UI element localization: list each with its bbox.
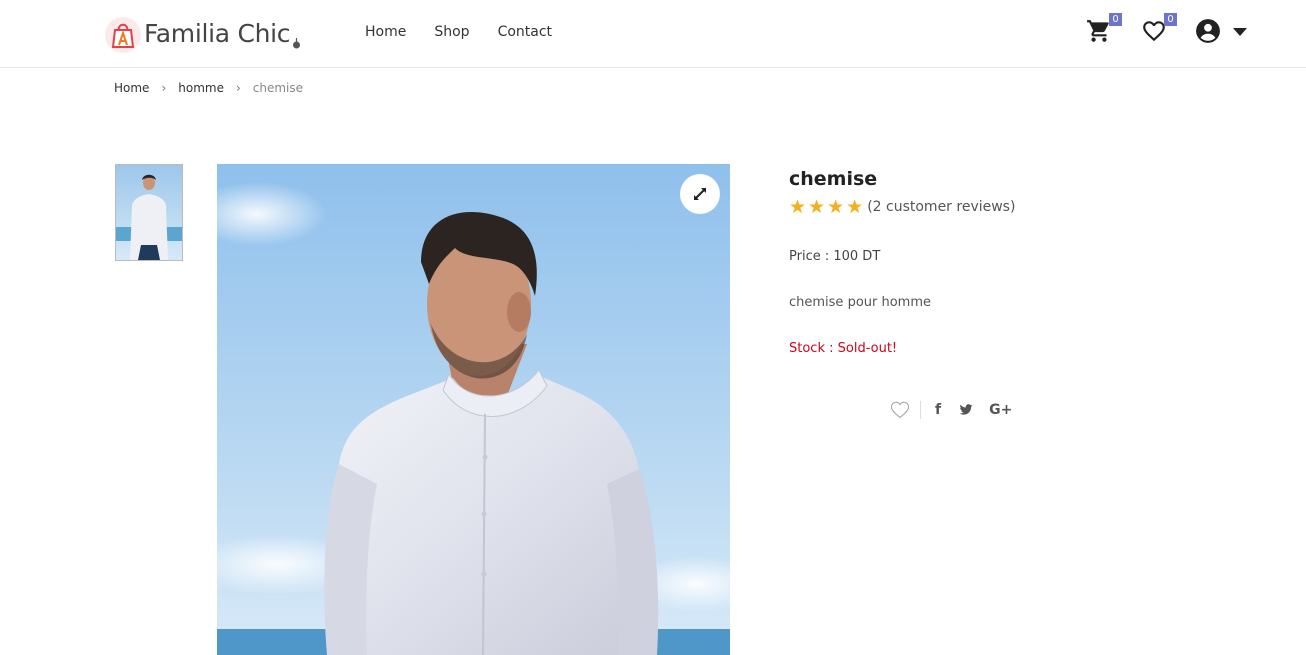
thumbnail-image — [116, 165, 182, 260]
user-circle-icon — [1196, 19, 1220, 43]
cart-count-badge: 0 — [1109, 13, 1122, 26]
product-info: chemise ★ ★ ★ ★ (2 customer reviews) — [789, 168, 1209, 218]
breadcrumb-current: chemise — [252, 81, 304, 95]
star-icon: ★ — [808, 196, 826, 218]
wishlist-count-badge: 0 — [1164, 13, 1177, 26]
reviews-count[interactable]: (2 customer reviews) — [867, 199, 1015, 215]
product-main-image[interactable] — [217, 164, 730, 655]
share-actions: f G+ — [890, 400, 1030, 420]
cart-button[interactable]: 0 — [1086, 13, 1122, 46]
product-rating: ★ ★ ★ ★ (2 customer reviews) — [789, 196, 1209, 218]
nav-contact[interactable]: Contact — [498, 24, 552, 40]
chevron-right-icon: › — [161, 81, 167, 95]
site-logo[interactable]: Familia Chic — [104, 14, 301, 56]
expand-image-button[interactable] — [680, 174, 720, 214]
google-plus-icon[interactable]: G+ — [989, 402, 1012, 418]
product-price: Price : 100 DT — [789, 249, 881, 264]
breadcrumb-home[interactable]: Home — [114, 81, 149, 95]
breadcrumb: Home › homme › chemise — [114, 81, 303, 95]
star-icon: ★ — [827, 196, 845, 218]
breadcrumb-category[interactable]: homme — [178, 81, 224, 95]
wishlist-button[interactable]: 0 — [1141, 13, 1177, 46]
main-nav: Home Shop Contact — [365, 24, 552, 40]
wishlist-heart-icon[interactable] — [890, 401, 910, 419]
expand-icon — [694, 188, 706, 200]
caret-down-icon[interactable] — [1233, 28, 1247, 36]
product-title: chemise — [789, 168, 878, 190]
logo-text: Familia Chic — [144, 18, 291, 48]
chevron-right-icon: › — [235, 81, 241, 95]
account-button[interactable] — [1195, 18, 1223, 46]
facebook-icon[interactable]: f — [935, 402, 941, 418]
site-header: Familia Chic Home Shop Contact 0 0 — [0, 0, 1306, 68]
nav-shop[interactable]: Shop — [434, 24, 469, 40]
star-icon: ★ — [846, 196, 864, 218]
stock-status: Stock : Sold-out! — [789, 341, 898, 356]
product-thumbnail[interactable] — [115, 164, 183, 261]
twitter-icon[interactable] — [959, 404, 973, 416]
tag-icon — [293, 38, 301, 49]
star-icon: ★ — [789, 196, 807, 218]
shopping-bag-logo-icon — [105, 17, 141, 53]
divider — [920, 401, 921, 419]
product-description: chemise pour homme — [789, 295, 932, 310]
nav-home[interactable]: Home — [365, 24, 406, 40]
product-photo — [217, 164, 730, 655]
